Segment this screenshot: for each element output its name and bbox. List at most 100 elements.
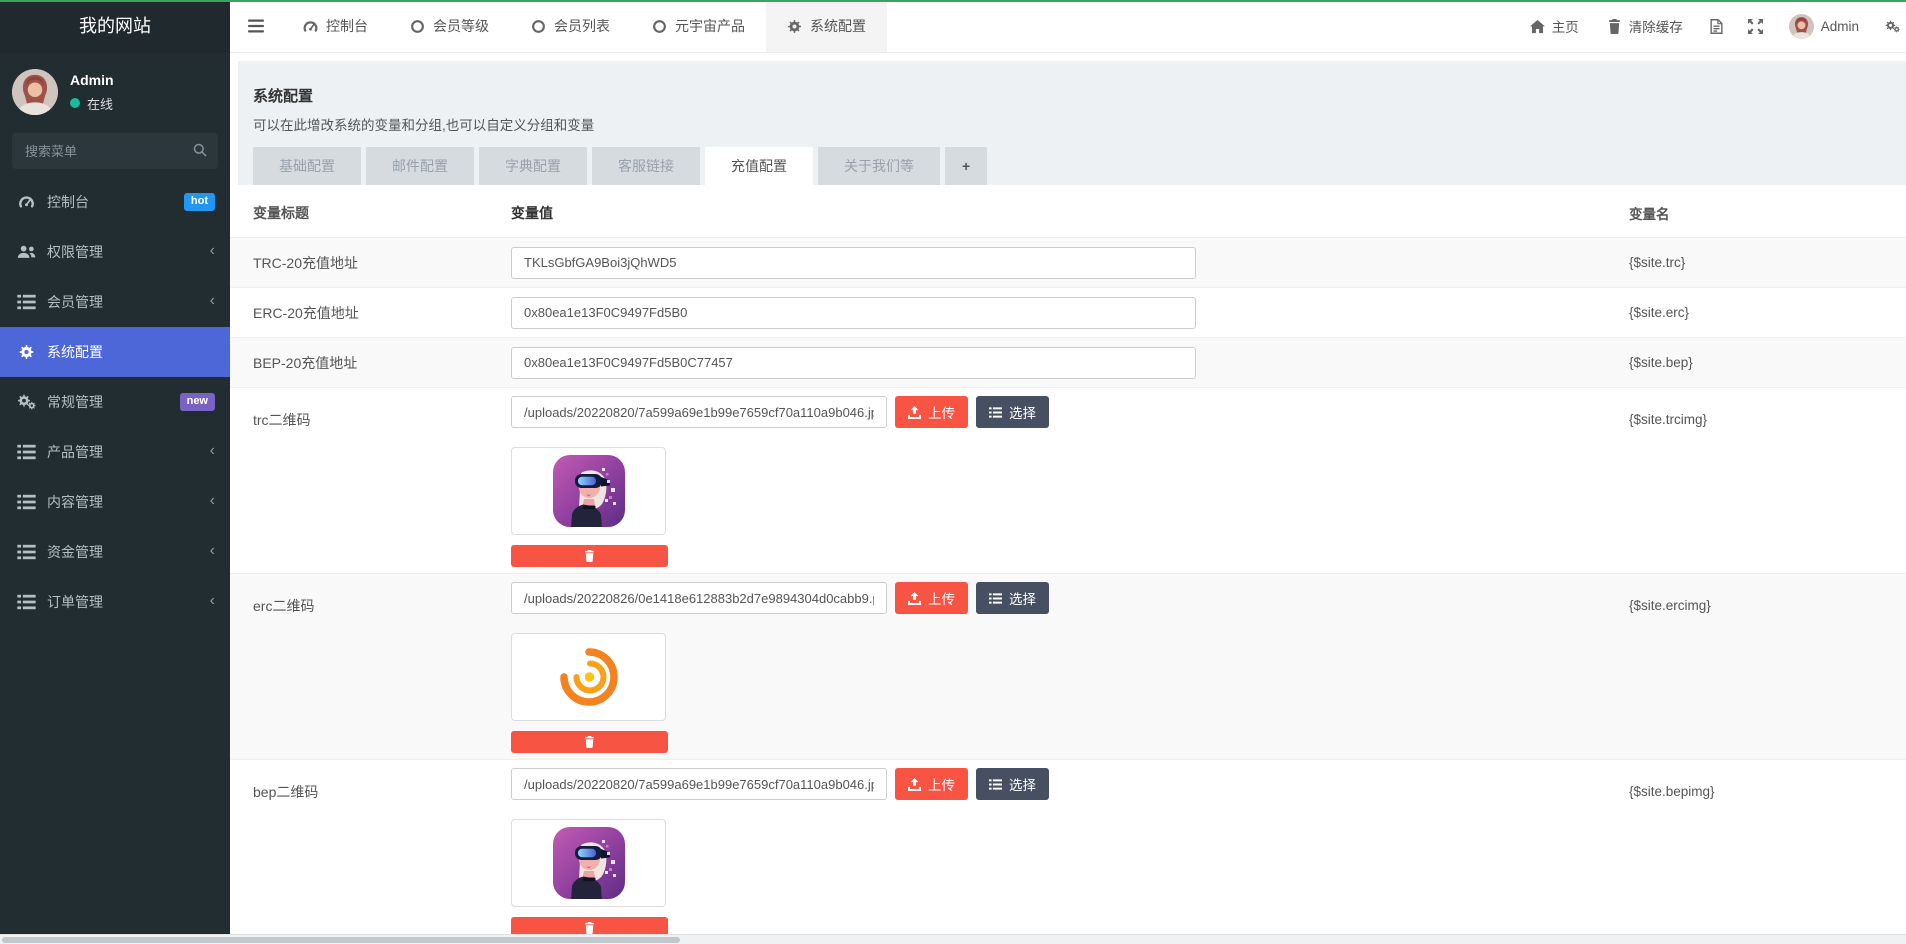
trash-icon [584,922,595,934]
config-table: 变量标题 变量值 变量名 TRC-20充值地址{$site.trc}ERC-20… [230,185,1906,944]
chevron-left-icon: ‹ [210,293,215,311]
row-title: TRC-20充值地址 [253,253,511,273]
circle-icon [531,19,546,34]
topnav-tab-label: 会员列表 [554,16,610,36]
sidebar-item-product[interactable]: 产品管理‹ [0,427,230,477]
user-status: 在线 [70,94,114,113]
topnav-tab-label: 系统配置 [810,16,866,36]
erc-qrcode-input[interactable] [511,582,887,614]
home-icon [1530,19,1545,34]
page-title: 系统配置 [253,85,1906,106]
trc-qrcode-delete-button[interactable] [511,545,668,567]
trc-address-input[interactable] [511,247,1196,279]
config-tab-dictionary[interactable]: 字典配置 [479,147,587,185]
page-subtitle: 可以在此增改系统的变量和分组,也可以自定义分组和变量 [253,114,1906,134]
row-title: erc二维码 [253,582,511,753]
clear-cache-button[interactable]: 清除缓存 [1593,0,1697,52]
bep-qrcode-input[interactable] [511,768,887,800]
navbar-avatar [1789,14,1814,39]
row-title: BEP-20充值地址 [253,353,511,373]
topnav-tab-member-list[interactable]: 会员列表 [510,0,631,52]
col-header-title: 变量标题 [253,203,511,223]
bep-qrcode-upload-button[interactable]: 上传 [895,768,968,800]
dashboard-badge: hot [184,193,215,210]
settings-cogs-icon [1885,19,1900,34]
col-header-value: 变量值 [511,203,1629,223]
circle-icon [652,19,667,34]
bep-qrcode-choose-button[interactable]: 选择 [976,768,1049,800]
table-row-trc-address: TRC-20充值地址{$site.trc} [230,238,1906,288]
sidebar-toggle-button[interactable] [230,0,282,52]
row-var-name: {$site.ercimg} [1629,582,1906,753]
config-tab-service-link[interactable]: 客服链接 [592,147,700,185]
config-tab-recharge[interactable]: 充值配置 [705,147,813,185]
bep-address-input[interactable] [511,347,1196,379]
erc-qrcode-preview[interactable] [511,633,666,721]
progress-bar [0,0,1906,2]
topnav-tab-dashboard[interactable]: 控制台 [282,0,389,52]
search-icon[interactable] [193,143,207,157]
trc-qrcode-preview[interactable] [511,447,666,535]
user-avatar [12,69,58,115]
sidebar-item-dashboard[interactable]: 控制台hot [0,177,230,227]
main-column: 控制台会员等级会员列表元宇宙产品系统配置 主页 清除缓存 Admin [230,0,1906,944]
navbar-right: 主页 清除缓存 Admin [1516,0,1906,52]
sidebar-item-label: 权限管理 [47,242,210,262]
menu-search-input[interactable] [12,133,218,169]
topnav-tab-member-level[interactable]: 会员等级 [389,0,510,52]
sidebar-item-auth[interactable]: 权限管理‹ [0,227,230,277]
sidebar-item-system-config[interactable]: 系统配置 [0,327,230,377]
settings-menu-button[interactable] [1873,0,1906,52]
horizontal-scrollbar[interactable] [0,934,1906,944]
list-icon [17,494,36,510]
sidebar-item-general[interactable]: 常规管理new [0,377,230,427]
sidebar-item-content[interactable]: 内容管理‹ [0,477,230,527]
table-row-trc-qrcode: trc二维码上传选择{$site.trcimg} [230,388,1906,574]
navbar-user-name: Admin [1821,19,1859,34]
trash-icon [584,550,595,562]
config-tab-basic[interactable]: 基础配置 [253,147,361,185]
docs-button[interactable] [1697,0,1736,52]
row-var-name: {$site.trcimg} [1629,396,1906,567]
trc-qrcode-choose-button[interactable]: 选择 [976,396,1049,428]
brand-title[interactable]: 我的网站 [0,0,230,53]
upload-icon [908,592,921,605]
page-body: 系统配置 可以在此增改系统的变量和分组,也可以自定义分组和变量 基础配置邮件配置… [230,53,1906,944]
page-header: 系统配置 可以在此增改系统的变量和分组,也可以自定义分组和变量 基础配置邮件配置… [238,61,1906,185]
trc-qrcode-upload-button[interactable]: 上传 [895,396,968,428]
users-icon [17,244,36,260]
trc-qrcode-input[interactable] [511,396,887,428]
topnav-tab-system-config[interactable]: 系统配置 [766,0,887,52]
home-link[interactable]: 主页 [1516,0,1593,52]
erc-qrcode-upload-button[interactable]: 上传 [895,582,968,614]
add-tab-button[interactable]: + [945,147,987,185]
navbar-user-menu[interactable]: Admin [1775,0,1873,52]
config-tab-about[interactable]: 关于我们等 [818,147,940,185]
fullscreen-button[interactable] [1736,0,1775,52]
top-navbar: 控制台会员等级 会员列表 元宇宙产品 系统配置 主页 清除缓存 Admin [230,0,1906,53]
scrollbar-thumb[interactable] [2,937,680,943]
config-tab-email[interactable]: 邮件配置 [366,147,474,185]
upload-icon [908,778,921,791]
user-name: Admin [70,72,114,88]
sidebar-item-order[interactable]: 订单管理‹ [0,577,230,627]
table-header: 变量标题 变量值 变量名 [230,185,1906,238]
sidebar-item-label: 资金管理 [47,542,210,562]
general-badge: new [180,393,215,410]
list-icon [17,544,36,560]
cogs-icon [17,394,36,410]
hamburger-icon [248,19,264,33]
sidebar-item-finance[interactable]: 资金管理‹ [0,527,230,577]
sidebar-item-label: 常规管理 [47,392,180,412]
sidebar-item-member[interactable]: 会员管理‹ [0,277,230,327]
erc-address-input[interactable] [511,297,1196,329]
trash-icon [1607,19,1622,34]
erc-qrcode-delete-button[interactable] [511,731,668,753]
table-rows: TRC-20充值地址{$site.trc}ERC-20充值地址{$site.er… [230,238,1906,944]
docs-icon [1709,19,1724,34]
bep-qrcode-preview[interactable] [511,819,666,907]
user-panel: Admin 在线 [0,53,230,125]
circle-icon [410,19,425,34]
topnav-tab-metaverse-product[interactable]: 元宇宙产品 [631,0,766,52]
erc-qrcode-choose-button[interactable]: 选择 [976,582,1049,614]
